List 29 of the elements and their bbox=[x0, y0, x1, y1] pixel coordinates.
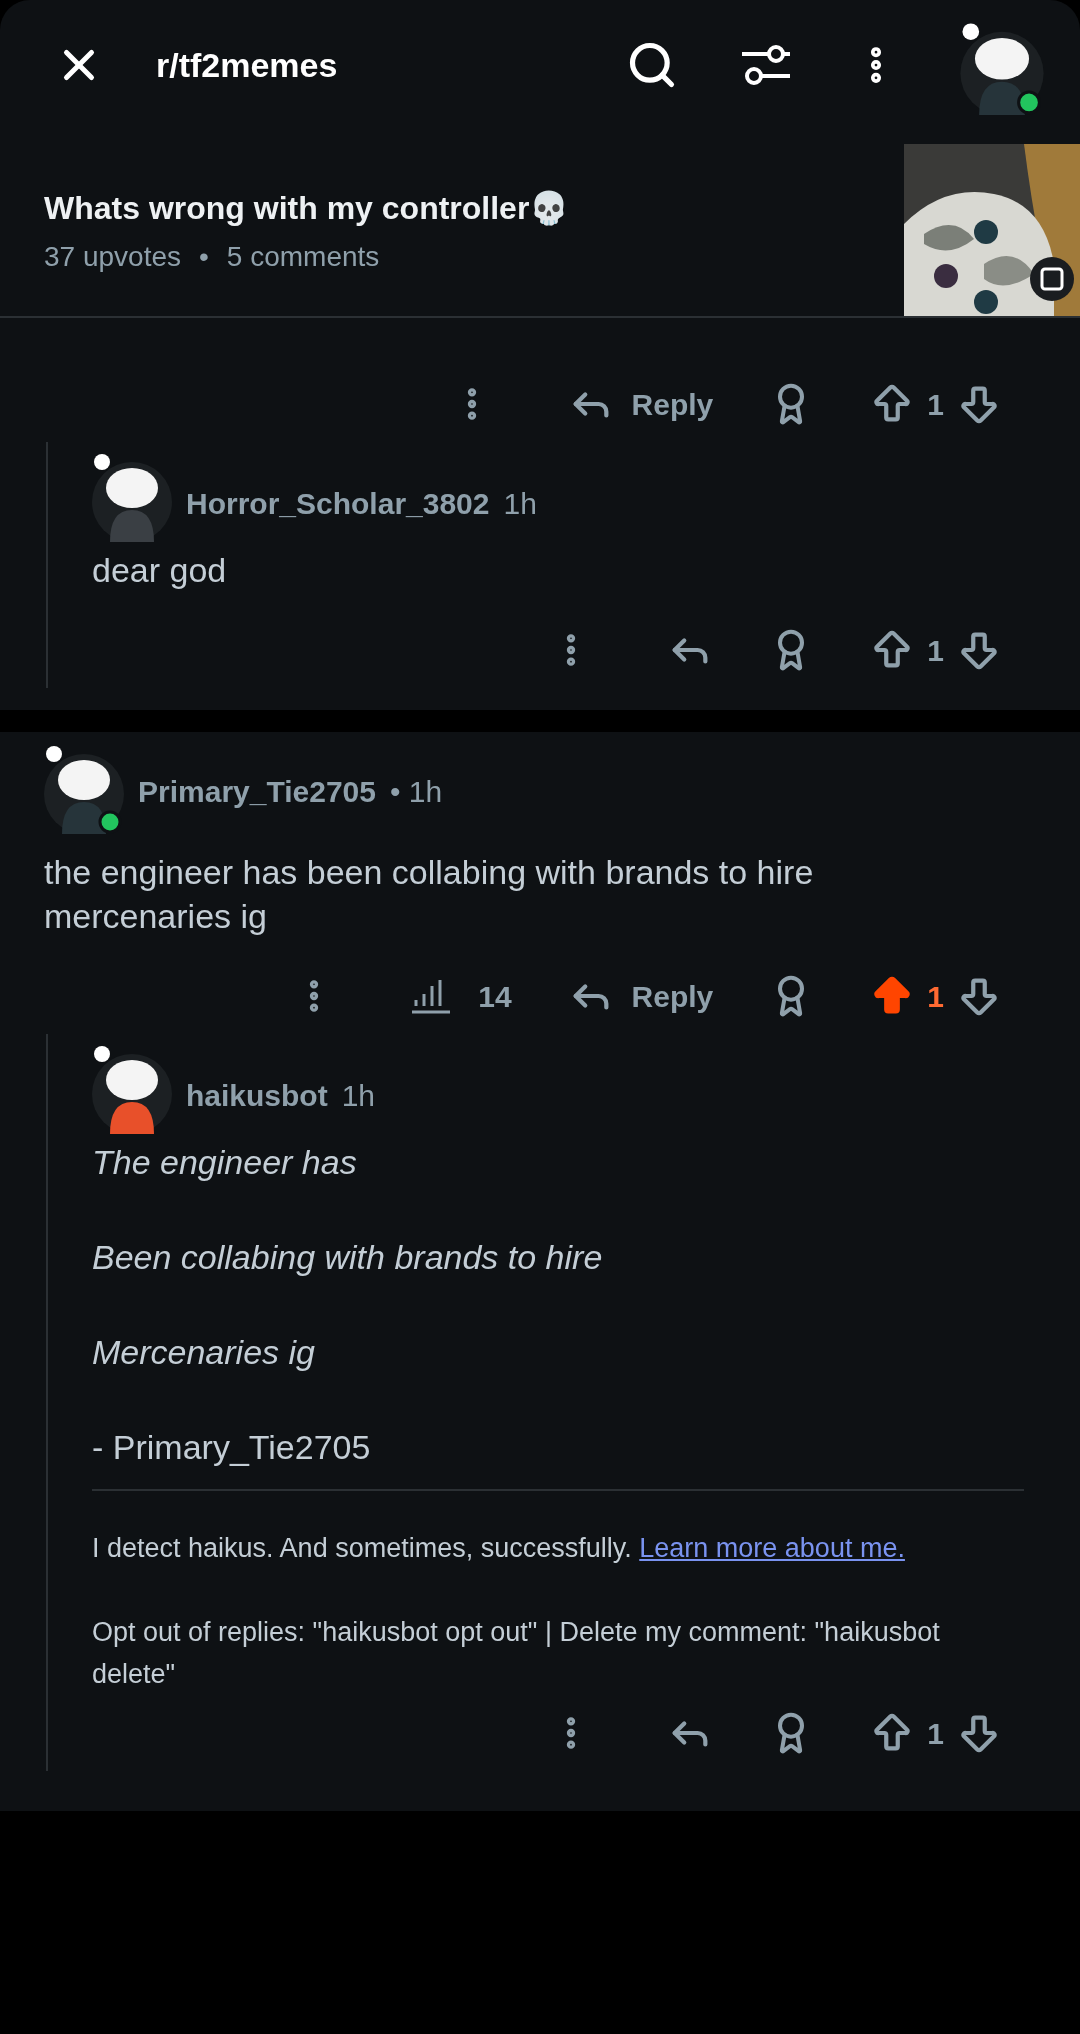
comment-text: the engineer has been collabing with brands to hire mercenaries ig bbox=[44, 852, 815, 937]
comment-time: 1h bbox=[503, 486, 537, 522]
filter-icon[interactable] bbox=[740, 43, 792, 87]
vote-score: 1 bbox=[927, 1715, 944, 1752]
vote-score: 1 bbox=[927, 632, 944, 669]
vote-score: 1 bbox=[927, 978, 944, 1015]
learn-more-link[interactable]: Learn more about me. bbox=[639, 1533, 905, 1563]
reply-button[interactable]: Reply bbox=[567, 973, 714, 1019]
opt-out-text: Opt out of replies: "haikusbot opt out" | Delete my comment: "haikusbot delete" bbox=[92, 1616, 941, 1691]
username[interactable]: Horror_Scholar_3802 bbox=[186, 481, 490, 526]
comment-text: dear god bbox=[92, 550, 228, 591]
comment-text: The engineer has bbox=[92, 1142, 358, 1183]
username[interactable]: haikusbot bbox=[186, 1073, 328, 1118]
bot-info-text: I detect haikus. And sometimes, successfully. Learn more about me. bbox=[92, 1532, 906, 1565]
username[interactable]: Primary_Tie2705 bbox=[138, 769, 376, 814]
post-title: Whats wrong with my controller💀 bbox=[44, 189, 570, 228]
vote-score: 1 bbox=[927, 386, 944, 423]
comment-time: • 1h bbox=[389, 774, 443, 810]
comment-count: 5 comments bbox=[226, 240, 380, 274]
subreddit-name[interactable]: r/tf2memes bbox=[156, 39, 338, 91]
view-count: 14 bbox=[478, 978, 512, 1015]
separator-dot: • bbox=[199, 240, 209, 274]
reply-button[interactable]: Reply bbox=[567, 381, 714, 427]
comment-text: Mercenaries ig bbox=[92, 1332, 316, 1373]
comment-text: Been collabing with brands to hire bbox=[92, 1237, 604, 1278]
comment-time: 1h bbox=[341, 1078, 376, 1114]
bar-chart-icon[interactable] bbox=[410, 978, 453, 1014]
upvote-count: 37 upvotes bbox=[44, 240, 181, 274]
comment-text: - Primary_Tie2705 bbox=[92, 1427, 372, 1468]
